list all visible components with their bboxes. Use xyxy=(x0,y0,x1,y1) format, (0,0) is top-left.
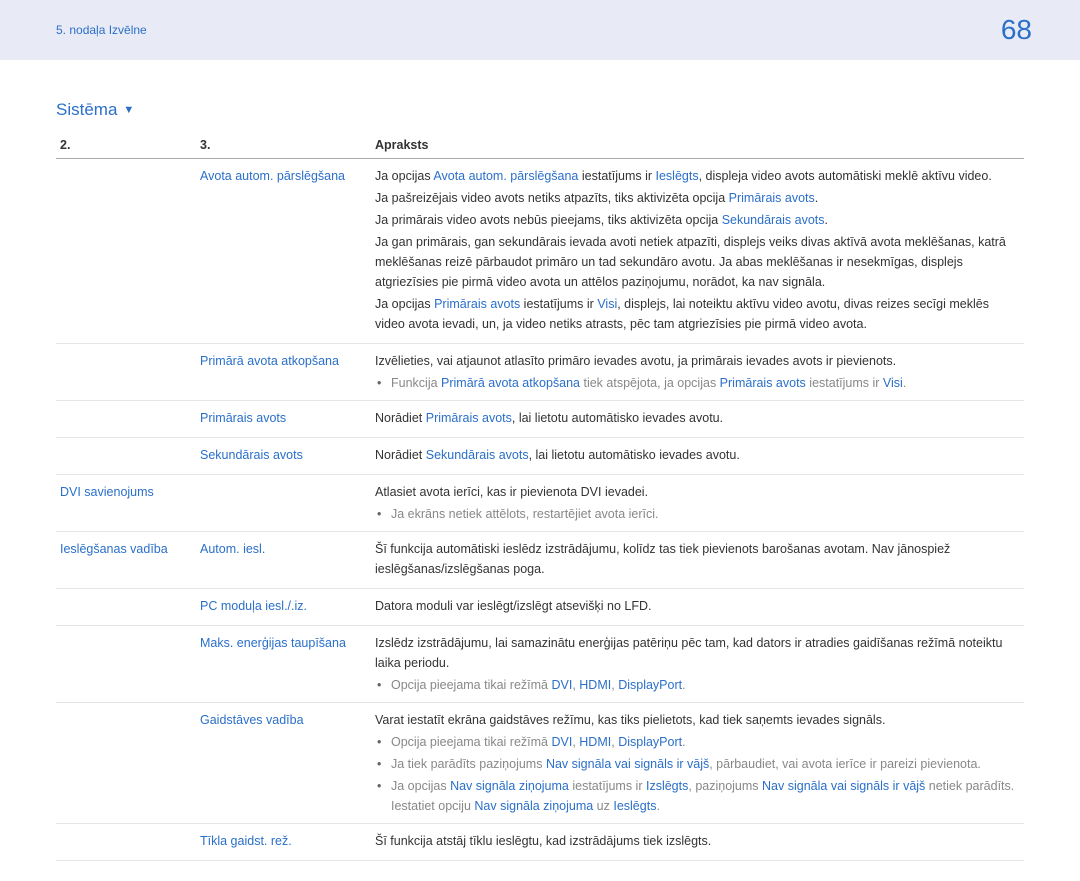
section-title: Sistēma ▼ xyxy=(56,100,1024,120)
table-row: Maks. enerģijas taupīšana Izslēdz izstrā… xyxy=(56,626,1024,703)
setting-label: Sekundārais avots xyxy=(200,448,303,462)
category-label: Ieslēgšanas vadība xyxy=(60,542,168,556)
settings-table: 2. 3. Apraksts Avota autom. pārslēgšana … xyxy=(56,132,1024,861)
chevron-down-icon: ▼ xyxy=(123,104,134,116)
setting-label: PC moduļa iesl./.iz. xyxy=(200,599,307,613)
setting-desc: Atlasiet avota ierīci, kas ir pievienota… xyxy=(371,475,1024,532)
table-row: Primārais avots Norādiet Primārais avots… xyxy=(56,401,1024,438)
setting-desc: Šī funkcija automātiski ieslēdz izstrādā… xyxy=(371,532,1024,589)
table-row: PC moduļa iesl./.iz. Datora moduli var i… xyxy=(56,589,1024,626)
table-row: Ieslēgšanas vadība Autom. iesl. Šī funkc… xyxy=(56,532,1024,589)
page-content: Sistēma ▼ 2. 3. Apraksts Avota autom. pā… xyxy=(0,60,1080,881)
setting-label: Gaidstāves vadība xyxy=(200,713,304,727)
setting-desc: Datora moduli var ieslēgt/izslēgt atsevi… xyxy=(371,589,1024,626)
table-row: Avota autom. pārslēgšana Ja opcijas Avot… xyxy=(56,159,1024,344)
table-header-row: 2. 3. Apraksts xyxy=(56,132,1024,159)
setting-label: Avota autom. pārslēgšana xyxy=(200,169,345,183)
page-number: 68 xyxy=(1001,14,1032,46)
setting-desc: Norādiet Sekundārais avots, lai lietotu … xyxy=(371,438,1024,475)
col-3-header: 3. xyxy=(196,132,371,159)
setting-desc: Ja opcijas Avota autom. pārslēgšana iest… xyxy=(371,159,1024,344)
setting-desc: Norādiet Primārais avots, lai lietotu au… xyxy=(371,401,1024,438)
setting-desc: Šī funkcija atstāj tīklu ieslēgtu, kad i… xyxy=(371,824,1024,861)
section-title-text: Sistēma xyxy=(56,100,117,120)
setting-label: Autom. iesl. xyxy=(200,542,265,556)
col-2-header: 2. xyxy=(56,132,196,159)
table-row: DVI savienojums Atlasiet avota ierīci, k… xyxy=(56,475,1024,532)
page-header: 5. nodaļa Izvēlne 68 xyxy=(0,0,1080,60)
setting-label: Tīkla gaidst. rež. xyxy=(200,834,292,848)
setting-label: Primārais avots xyxy=(200,411,286,425)
table-row: Gaidstāves vadība Varat iestatīt ekrāna … xyxy=(56,703,1024,824)
table-row: Primārā avota atkopšana Izvēlieties, vai… xyxy=(56,344,1024,401)
table-row: Sekundārais avots Norādiet Sekundārais a… xyxy=(56,438,1024,475)
setting-desc: Izvēlieties, vai atjaunot atlasīto primā… xyxy=(371,344,1024,401)
category-label: DVI savienojums xyxy=(60,485,154,499)
setting-label: Maks. enerģijas taupīšana xyxy=(200,636,346,650)
setting-desc: Izslēdz izstrādājumu, lai samazinātu ene… xyxy=(371,626,1024,703)
breadcrumb: 5. nodaļa Izvēlne xyxy=(56,23,147,37)
col-desc-header: Apraksts xyxy=(371,132,1024,159)
setting-label: Primārā avota atkopšana xyxy=(200,354,339,368)
setting-desc: Varat iestatīt ekrāna gaidstāves režīmu,… xyxy=(371,703,1024,824)
table-row: Tīkla gaidst. rež. Šī funkcija atstāj tī… xyxy=(56,824,1024,861)
